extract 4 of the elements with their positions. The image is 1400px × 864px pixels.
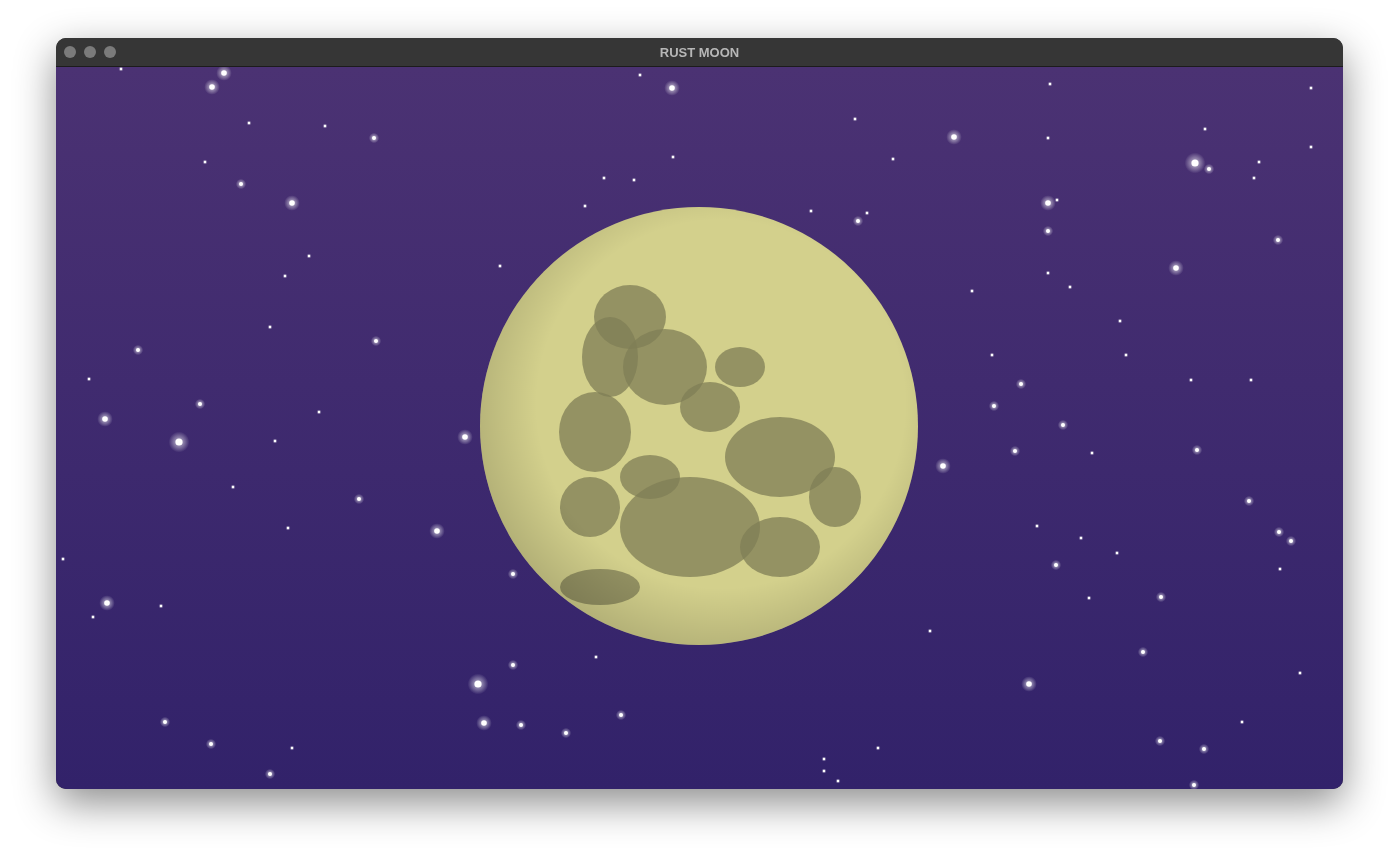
close-button[interactable] [64,46,76,58]
minimize-button[interactable] [84,46,96,58]
window-title: RUST MOON [659,44,740,60]
maximize-button[interactable] [104,46,116,58]
